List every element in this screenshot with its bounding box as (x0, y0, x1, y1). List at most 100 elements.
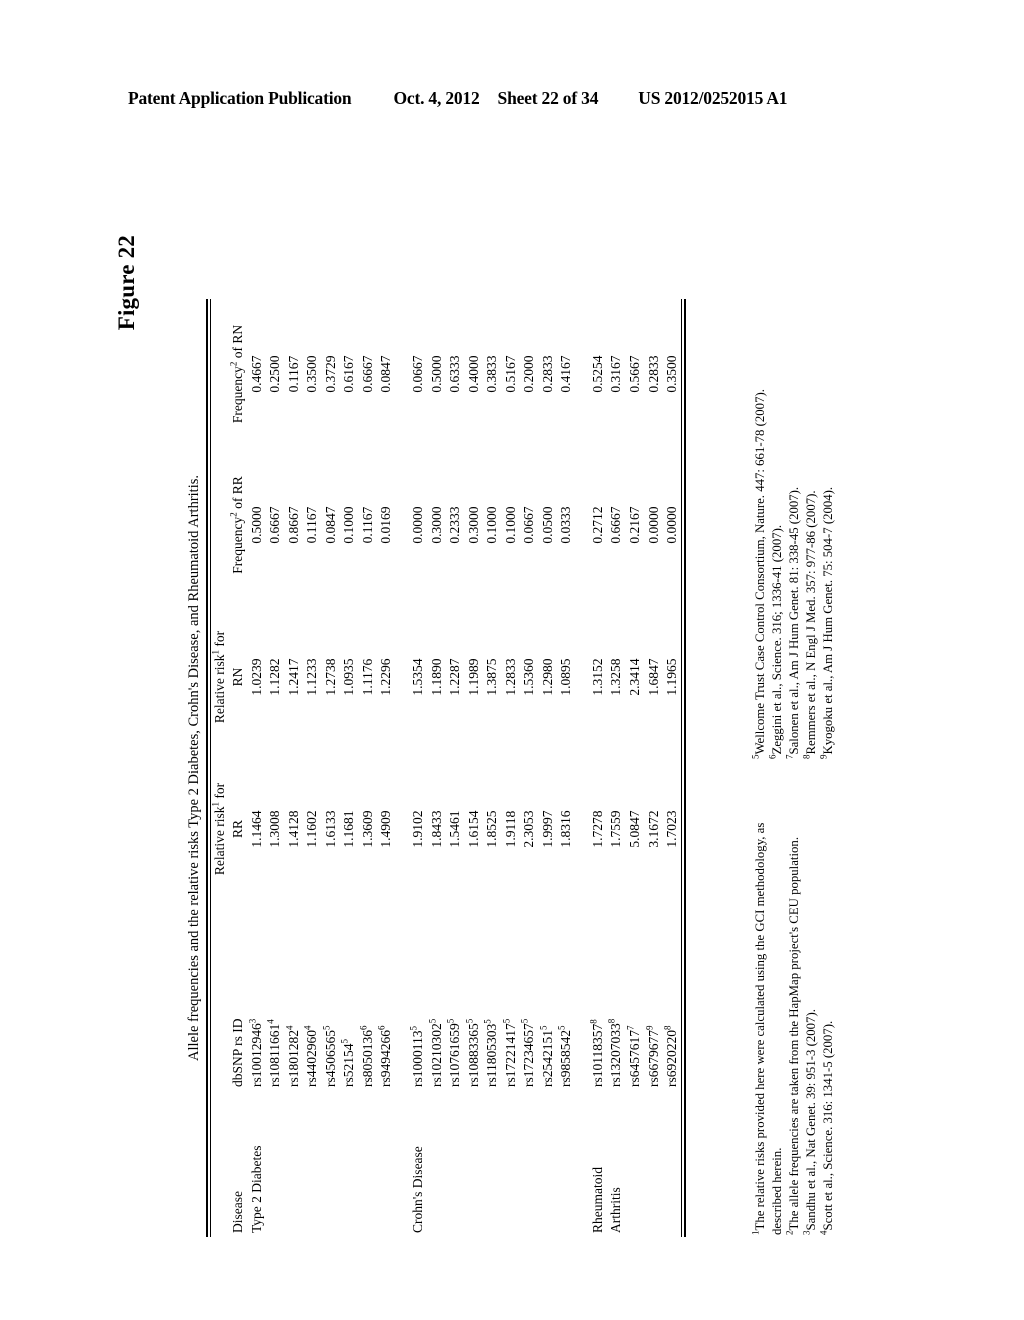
cell-relative-risk-rn: 1.0935 (341, 658, 357, 696)
cell-frequency-rn: 0.5167 (502, 355, 518, 393)
cell-relative-risk-rr: 1.7023 (664, 810, 680, 848)
cell-frequency-rn: 0.3729 (322, 355, 338, 393)
footnote-ref: 1 (210, 650, 221, 655)
cell-frequency-rr: 0.0169 (378, 506, 394, 544)
cell-snp-id: rs102103025 (427, 1018, 444, 1087)
table-row: rs108833655 1.6154 1.1989 0.3000 0.4000 (464, 299, 483, 1237)
cell-relative-risk-rr: 1.8433 (428, 810, 444, 848)
cell-relative-risk-rn: 2.3414 (626, 658, 642, 696)
cell-frequency-rn: 0.4167 (558, 355, 574, 393)
cell-frequency-rr: 0.1000 (341, 506, 357, 544)
cell-relative-risk-rn: 1.2287 (447, 658, 463, 696)
cell-disease: Arthritis (608, 1187, 624, 1233)
cell-snp-id: rs94942666 (376, 1025, 394, 1088)
footnote-marker: 7 (784, 754, 795, 760)
cell-relative-risk-rn: 1.1965 (664, 658, 680, 696)
cell-frequency-rn: 0.1167 (285, 355, 301, 393)
cell-snp-id: rs64576177 (625, 1025, 642, 1088)
table-title: Allele frequencies and the relative risk… (186, 475, 202, 1062)
group-spacer (395, 299, 408, 1237)
cell-frequency-rr: 0.2333 (447, 506, 463, 544)
footnote-ref: 5 (321, 1025, 332, 1031)
cell-snp-id: rs521545 (339, 1039, 357, 1087)
cell-relative-risk-rr: 1.7278 (589, 810, 605, 848)
cell-disease (663, 1087, 682, 1237)
footnote-marker: 3 (801, 1230, 812, 1236)
cell-frequency-rr: 0.1000 (502, 506, 518, 544)
footnote-ref: 5 (519, 1018, 530, 1024)
cell-disease (377, 1087, 396, 1237)
cell-frequency-rn: 0.5254 (589, 355, 605, 393)
footnote-ref: 4 (265, 1019, 276, 1024)
footnote-ref: 3 (247, 1018, 258, 1024)
cell-frequency-rr: 0.1000 (484, 506, 500, 544)
cell-disease (284, 1087, 303, 1237)
cell-snp-id: rs132070338 (606, 1018, 624, 1087)
cell-snp-id: rs66796779 (644, 1025, 661, 1088)
table-row: rs80501366 1.3609 1.1176 0.1167 0.6667 (358, 299, 377, 1237)
cell-frequency-rn: 0.2833 (645, 355, 661, 393)
cell-disease (557, 1087, 576, 1237)
cell-relative-risk-rr: 3.1672 (645, 810, 661, 848)
footnote-marker: 1 (750, 1230, 761, 1236)
cell-snp-id: rs18012824 (284, 1025, 301, 1088)
footnotes-left-column: 1The relative risks provided here were c… (750, 765, 836, 1237)
cell-snp-id: rs25421515 (538, 1025, 555, 1088)
cell-relative-risk-rr: 5.0847 (626, 810, 642, 848)
cell-relative-risk-rn: 1.3258 (608, 658, 624, 696)
footnote-marker: 6 (767, 754, 778, 760)
table-row: rs108116614 1.3008 1.1282 0.6667 0.2500 (266, 299, 285, 1237)
footnote-entry: 8Remmers et al., N Engl J Med. 357: 977-… (801, 490, 818, 759)
footnote-ref: 8 (662, 1025, 673, 1031)
cell-disease: Type 2 Diabetes (248, 1145, 264, 1233)
cell-frequency-rr: 0.2712 (589, 506, 605, 544)
cell-disease (358, 1087, 377, 1237)
footnote-ref: 2 (228, 361, 239, 367)
cell-relative-risk-rr: 1.5461 (447, 810, 463, 848)
table-row: rs44029604 1.1602 1.1233 0.1167 0.3500 (303, 299, 322, 1237)
cell-snp-id: rs107616595 (445, 1018, 463, 1087)
cell-frequency-rr: 0.1167 (359, 506, 375, 544)
cell-disease (501, 1087, 520, 1237)
cell-relative-risk-rn: 1.2980 (539, 658, 555, 696)
cell-snp-id: rs98585425 (556, 1025, 574, 1088)
cell-frequency-rr: 0.2167 (626, 506, 642, 544)
cell-frequency-rn: 0.2500 (267, 355, 283, 393)
cell-disease (303, 1087, 322, 1237)
footnote-ref: 5 (464, 1018, 475, 1024)
cell-relative-risk-rr: 1.4909 (378, 810, 394, 848)
table-row: rs69202208 1.7023 1.1965 0.0000 0.3500 (663, 299, 682, 1237)
cell-relative-risk-rr: 1.7559 (608, 810, 624, 848)
table-row: Arthritis rs132070338 1.7559 1.3258 0.6667 0.… (607, 299, 626, 1237)
cell-frequency-rn: 0.0847 (378, 355, 394, 393)
cell-frequency-rn: 0.4667 (248, 355, 264, 393)
cell-frequency-rn: 0.0667 (409, 355, 425, 393)
footnote-ref: 5 (482, 1019, 493, 1024)
cell-relative-risk-rr: 1.4128 (285, 810, 301, 848)
cell-relative-risk-rr: 1.3008 (267, 810, 283, 848)
footnote-marker: 9 (818, 754, 829, 760)
table-row: rs521545 1.1681 1.0935 0.1000 0.6167 (340, 299, 359, 1237)
cell-relative-risk-rr: 1.1681 (341, 810, 357, 848)
table-row: rs98585425 1.8316 1.0895 0.0333 0.4167 (557, 299, 576, 1237)
footnote-ref: 7 (625, 1025, 636, 1031)
cell-relative-risk-rn: 1.6847 (645, 658, 661, 696)
footnote-ref: 1 (210, 802, 221, 807)
footnote-ref: 4 (284, 1025, 295, 1031)
table-row: rs107616595 1.5461 1.2287 0.2333 0.6333 (446, 299, 465, 1237)
footnote-entry: 4Scott et al., Science. 316: 1341-5 (200… (818, 1020, 835, 1235)
cell-frequency-rr: 0.3000 (465, 506, 481, 544)
table-row: rs172214175 1.9118 1.2833 0.1000 0.5167 (501, 299, 520, 1237)
cell-frequency-rn: 0.5000 (428, 355, 444, 393)
table-row: rs18012824 1.4128 1.2417 0.8667 0.1167 (284, 299, 303, 1237)
table-row: rs45065655 1.6133 1.2738 0.0847 0.3729 (321, 299, 340, 1237)
cell-relative-risk-rr: 2.3053 (521, 810, 537, 848)
cell-relative-risk-rr: 1.9118 (502, 810, 518, 848)
cell-frequency-rn: 0.3167 (608, 355, 624, 393)
cell-relative-risk-rn: 1.2833 (502, 658, 518, 696)
table-row: Type 2 Diabetes rs100129463 1.1464 1.0239 0.… (247, 299, 266, 1237)
cell-disease (266, 1087, 285, 1237)
cell-disease (644, 1087, 663, 1237)
table-row: Rheumatoid rs101183578 1.7278 1.3152 0.2712 0… (588, 299, 607, 1237)
cell-frequency-rr: 0.8667 (285, 506, 301, 544)
